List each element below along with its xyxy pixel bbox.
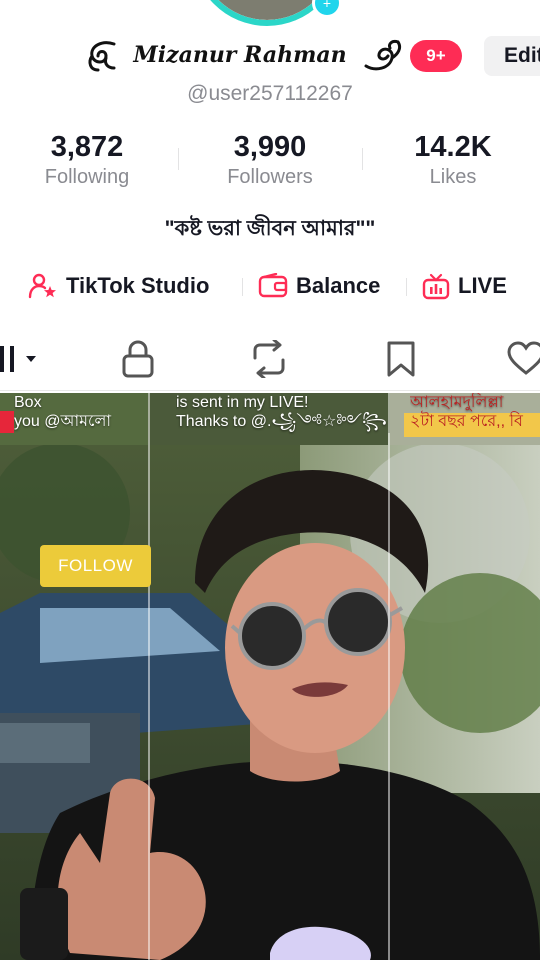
heart-icon (507, 341, 540, 375)
stat-divider (178, 148, 179, 170)
stat-likes-label: Likes (429, 166, 477, 188)
profile-stats: 3,872 Following 3,990 Followers 14.2K Li… (0, 130, 540, 194)
bookmark-icon (387, 341, 415, 377)
flourish-right-icon (364, 40, 402, 71)
stat-following[interactable]: 3,872 Following (12, 130, 162, 189)
creator-icon (28, 273, 56, 299)
stat-followers-value: 3,990 (233, 131, 307, 163)
stat-followers-label: Followers (227, 166, 313, 188)
live-button[interactable]: LIVE (422, 266, 507, 306)
video-thumbnail[interactable]: is sent in my LIVE! Thanks to @.꧁༺☆༻꧂ (176, 393, 388, 445)
thumbnail-caption-line: you @আমলো (14, 413, 112, 430)
tool-divider (242, 278, 243, 296)
tiktok-studio-label: TikTok Studio (66, 273, 210, 298)
stat-likes[interactable]: 14.2K Likes (378, 130, 528, 189)
video-thumbnail[interactable]: আলহামদুলিল্লা ২টা বছর পরে,, বি (410, 393, 540, 445)
edit-profile-button[interactable]: Edit (484, 36, 540, 76)
add-story-icon[interactable]: + (312, 0, 342, 18)
lock-icon (122, 340, 154, 378)
tiktok-studio-button[interactable]: TikTok Studio (28, 266, 209, 306)
profile-tabs (0, 330, 540, 391)
wallet-icon (258, 273, 288, 298)
tab-liked[interactable] (506, 336, 540, 382)
follow-button[interactable]: FOLLOW (40, 545, 151, 587)
tab-favorites[interactable] (376, 336, 426, 382)
stat-likes-value: 14.2K (414, 131, 492, 163)
thumbnail-caption-line: Thanks to @.꧁༺☆༻꧂ (176, 413, 387, 430)
notification-badge[interactable]: 9+ (410, 40, 462, 72)
stat-following-label: Following (44, 166, 130, 188)
grid-icon (0, 346, 36, 372)
stat-following-value: 3,872 (50, 131, 124, 163)
balance-label: Balance (296, 273, 381, 298)
profile-bio: "কষ্ট ভরা জীবন আমার"" (164, 217, 376, 240)
live-tv-icon (422, 273, 450, 300)
repost-icon (253, 340, 285, 378)
stat-followers[interactable]: 3,990 Followers (195, 130, 345, 189)
thumbnail-caption-line: ২টা বছর পরে,, বি (410, 413, 523, 430)
username: @user257112267 (187, 82, 353, 105)
profile-name-row: Mizanur Rahman 9+ Edit (0, 34, 540, 76)
tab-videos[interactable] (0, 336, 44, 382)
thumbnail-caption-line: is sent in my LIVE! (176, 394, 309, 411)
tool-divider (406, 278, 407, 296)
thumbnail-caption-line: Box (14, 394, 42, 411)
tab-reposts[interactable] (242, 336, 296, 382)
profile-tools-row: TikTok Studio Balance LIVE (0, 266, 540, 306)
live-label: LIVE (458, 273, 507, 298)
video-preview-image (0, 393, 540, 960)
display-name: Mizanur Rahman (133, 42, 347, 68)
video-thumbnails-row: Box you @আমলো is sent in my LIVE! Thanks… (0, 393, 540, 445)
tab-private[interactable] (112, 336, 164, 382)
thumbnail-caption-line: আলহামদুলিল্লা (410, 394, 504, 411)
stat-divider (362, 148, 363, 170)
video-grid[interactable]: Box you @আমলো is sent in my LIVE! Thanks… (0, 393, 540, 960)
balance-button[interactable]: Balance (258, 266, 380, 306)
video-thumbnail[interactable]: Box you @আমলো (14, 393, 148, 445)
flourish-left-icon (88, 41, 116, 72)
